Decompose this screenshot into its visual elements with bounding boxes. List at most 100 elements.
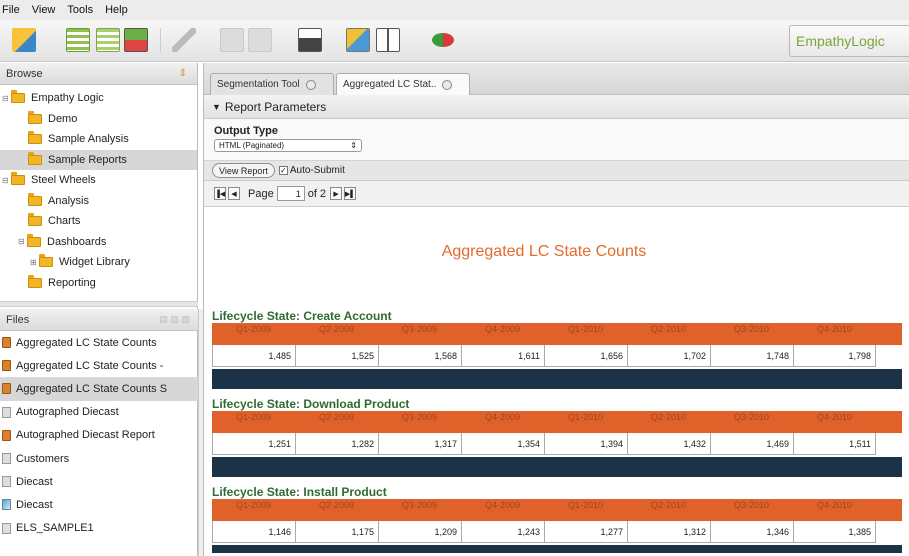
tree-item-label: Charts <box>48 215 81 228</box>
save-icon-disabled[interactable] <box>220 28 244 52</box>
file-item-label: Customers <box>16 452 70 465</box>
tree-item-demo[interactable]: Demo <box>0 109 197 130</box>
next-page-icon[interactable]: ▶ <box>330 187 343 200</box>
new-document-icon[interactable] <box>66 28 90 52</box>
properties-icon[interactable] <box>346 28 370 52</box>
value-cell: 1,656 <box>544 345 627 367</box>
document-icon <box>2 522 11 534</box>
menu-help[interactable]: Help <box>105 4 128 16</box>
previous-page-icon[interactable]: ◀ <box>228 187 240 200</box>
open-document-icon[interactable] <box>96 28 120 52</box>
folder-icon <box>27 233 41 247</box>
output-type-select[interactable]: HTML (Paginated) ⇕ <box>214 139 362 152</box>
report-icon <box>2 383 11 395</box>
brand-logo: EmpathyLogic <box>789 25 909 57</box>
quarter-header: Q1-2009 <box>235 500 272 510</box>
file-item-label: Aggregated LC State Counts <box>16 336 157 349</box>
value-cell: 1,385 <box>793 521 876 543</box>
section-footer-bar <box>212 369 902 389</box>
tab-aggregated-lc-state[interactable]: Aggregated LC Stat.. <box>336 73 470 95</box>
page-label: Page <box>248 187 274 200</box>
tab-segmentation-tool[interactable]: Segmentation Tool <box>210 73 334 95</box>
value-cell: 1,251 <box>212 433 295 455</box>
section-title: Lifecycle State: Download Product <box>212 397 410 411</box>
report-parameters-label: Report Parameters <box>224 99 327 114</box>
tree-item-label: Dashboards <box>47 235 107 248</box>
new-report-icon[interactable] <box>12 28 36 52</box>
tree-item-dashboards[interactable]: ⊟ Dashboards <box>0 232 197 253</box>
auto-submit-checkbox[interactable]: ✓ <box>278 166 288 175</box>
close-icon[interactable] <box>305 79 316 90</box>
close-icon[interactable] <box>442 79 453 90</box>
file-item[interactable]: Diecast <box>0 493 198 516</box>
edit-icon[interactable] <box>172 28 196 52</box>
tree-item-sample-reports[interactable]: Sample Reports <box>0 149 197 170</box>
document-icon <box>2 406 11 418</box>
section-footer-bar <box>212 457 902 477</box>
menu-file[interactable]: File <box>2 4 20 16</box>
submit-bar: View Report ✓ Auto-Submit <box>204 161 909 181</box>
value-cell: 1,175 <box>295 521 378 543</box>
first-page-icon[interactable]: ▐◀ <box>214 187 226 200</box>
quarter-header-row: Q1-2009 Q2-2009 Q3-2009 Q4-2009 Q1-2010 … <box>212 499 902 521</box>
save-as-icon-disabled[interactable] <box>248 28 272 52</box>
folder-icon <box>28 213 42 227</box>
tree-item-reporting[interactable]: Reporting <box>0 273 197 294</box>
analyzer-icon[interactable] <box>432 33 454 47</box>
print-icon[interactable] <box>298 28 322 52</box>
file-item[interactable]: Autographed Diecast <box>0 401 198 424</box>
report-parameters-bar[interactable]: ▼ Report Parameters <box>204 95 909 119</box>
value-cell: 1,568 <box>378 345 461 367</box>
report-icon <box>2 337 11 349</box>
tree-item-charts[interactable]: Charts <box>0 211 197 232</box>
tree-item-label: Sample Reports <box>48 153 127 166</box>
layout-icon[interactable] <box>376 28 400 52</box>
value-cell: 1,469 <box>710 433 793 455</box>
tree-item-steel-wheels[interactable]: ⊟ Steel Wheels <box>0 170 197 191</box>
collapse-triangle-icon[interactable]: ▼ <box>212 102 221 112</box>
file-item-label: Autographed Diecast <box>16 406 119 419</box>
file-item[interactable]: Aggregated LC State Counts <box>0 331 198 354</box>
section-create-account: Lifecycle State: Create Account Q1-2009 … <box>212 309 902 389</box>
last-page-icon[interactable]: ▶▌ <box>344 187 357 200</box>
files-toolbar-icons[interactable]: ▤ ▧ ▨ <box>159 314 190 325</box>
expander-icon[interactable]: ⊟ <box>2 176 11 185</box>
panel-splitter[interactable] <box>0 301 198 307</box>
file-item-selected[interactable]: Aggregated LC State Counts S <box>0 377 198 401</box>
value-cell: 1,346 <box>710 521 793 543</box>
menu-tools[interactable]: Tools <box>67 4 93 16</box>
section-footer-bar <box>212 545 902 553</box>
parameters-body: Output Type HTML (Paginated) ⇕ <box>204 119 909 161</box>
save-report-icon[interactable] <box>124 28 148 52</box>
quarter-header: Q1-2009 <box>235 324 272 334</box>
page-number-input[interactable]: 1 <box>276 186 305 201</box>
value-cell: 1,282 <box>295 433 378 455</box>
browse-sort-icon[interactable]: ⇕ <box>179 68 187 79</box>
tree-item-sample-analysis[interactable]: Sample Analysis <box>0 129 197 150</box>
value-cell: 1,702 <box>627 345 710 367</box>
quarter-header: Q4-2009 <box>484 500 521 510</box>
file-item[interactable]: ELS_SAMPLE1 <box>0 517 198 540</box>
expander-icon[interactable]: ⊟ <box>18 237 27 246</box>
expander-icon[interactable]: ⊟ <box>2 94 11 103</box>
tree-item-empathy-logic[interactable]: ⊟ Empathy Logic <box>0 88 197 109</box>
tree-item-analysis[interactable]: Analysis <box>0 191 197 212</box>
tree-item-label: Empathy Logic <box>31 92 104 105</box>
view-report-button[interactable]: View Report <box>212 163 275 178</box>
value-cell: 1,511 <box>793 433 876 455</box>
value-cell: 1,277 <box>544 521 627 543</box>
menu-view[interactable]: View <box>32 4 56 16</box>
file-item-label: Diecast <box>16 475 53 488</box>
analysis-icon <box>2 499 11 511</box>
value-cell: 1,798 <box>793 345 876 367</box>
quarter-header: Q4-2009 <box>484 324 521 334</box>
file-item[interactable]: Diecast <box>0 470 198 493</box>
folder-icon <box>28 274 42 288</box>
tree-item-widget-library[interactable]: ⊞ Widget Library <box>0 252 197 273</box>
quarter-header: Q4-2009 <box>484 412 521 422</box>
file-item[interactable]: Customers <box>0 447 198 470</box>
file-item[interactable]: Aggregated LC State Counts - <box>0 354 198 377</box>
value-cell: 1,611 <box>461 345 544 367</box>
file-item[interactable]: Autographed Diecast Report <box>0 424 198 447</box>
expander-icon[interactable]: ⊞ <box>30 258 39 267</box>
